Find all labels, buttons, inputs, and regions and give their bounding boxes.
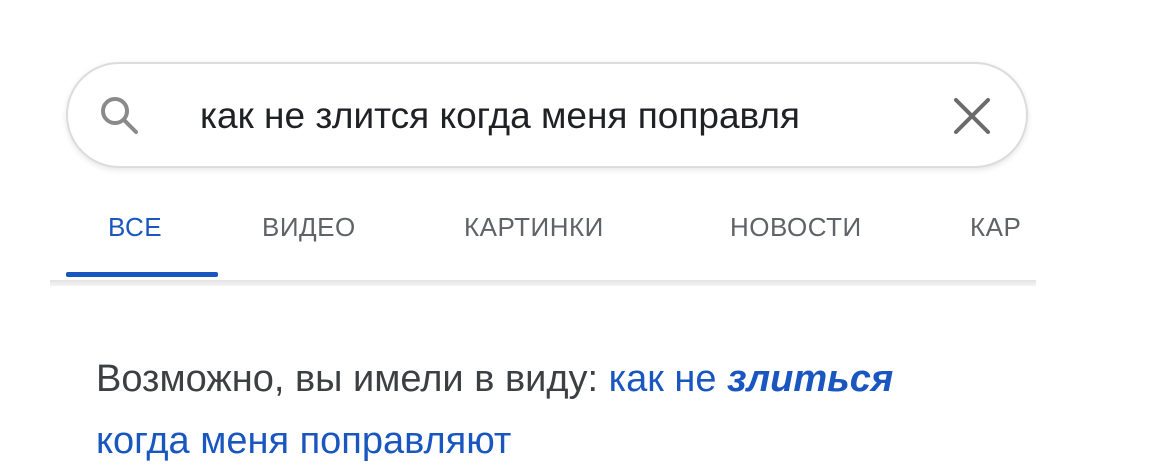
search-tabs: ВСЕ ВИДЕО КАРТИНКИ НОВОСТИ КАР <box>66 200 1116 280</box>
suggested-query-end: когда меня поправляют <box>96 420 512 462</box>
tab-images[interactable]: КАРТИНКИ <box>464 212 604 243</box>
search-icon[interactable] <box>96 92 144 140</box>
search-input[interactable]: как не злится когда меня поправля <box>200 86 930 146</box>
tab-news[interactable]: НОВОСТИ <box>730 212 862 243</box>
did-you-mean-label: Возможно, вы имели в виду: <box>96 358 599 400</box>
tab-video[interactable]: ВИДЕО <box>262 212 356 243</box>
tab-all[interactable]: ВСЕ <box>108 212 162 243</box>
close-icon[interactable] <box>950 94 994 138</box>
tabs-divider <box>50 280 1036 286</box>
tab-overflow-fade <box>1076 200 1116 272</box>
tab-maps[interactable]: КАР <box>970 212 1021 243</box>
active-tab-indicator <box>66 272 218 277</box>
did-you-mean: Возможно, вы имели в виду: как не злитьс… <box>96 348 916 472</box>
search-results-page: как не злится когда меня поправля ВСЕ ВИ… <box>0 0 1170 474</box>
search-bar[interactable]: как не злится когда меня поправля <box>66 62 1028 168</box>
suggested-query-start: как не <box>608 358 717 400</box>
corrected-word: злиться <box>727 358 894 400</box>
